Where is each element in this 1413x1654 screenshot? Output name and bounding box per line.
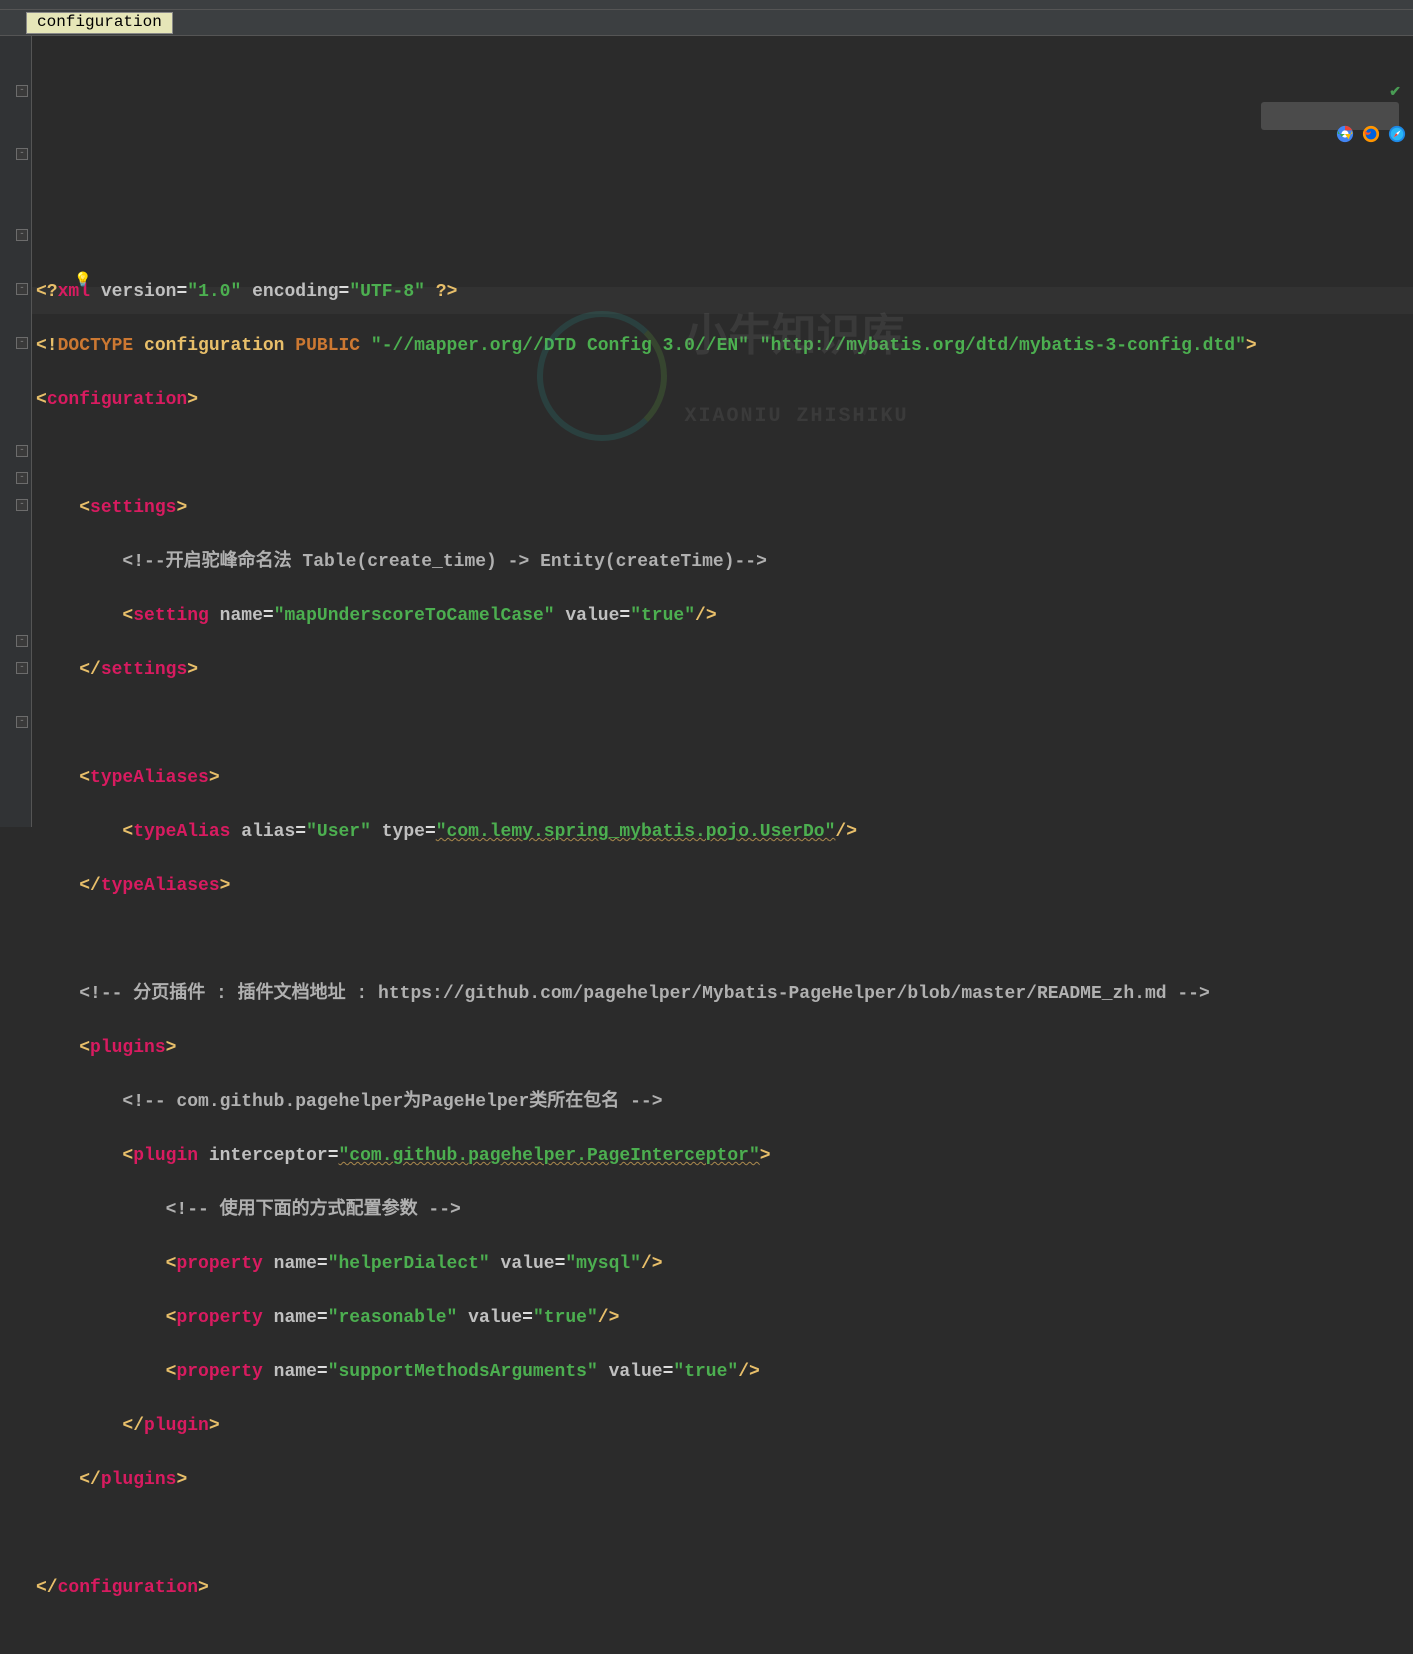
fold-marker[interactable] [16, 472, 28, 484]
code-line: <property name="helperDialect" value="my… [36, 1251, 1413, 1278]
safari-icon[interactable] [1321, 107, 1339, 125]
code-line: </typeAliases> [36, 873, 1413, 900]
code-line: <!-- 分页插件 : 插件文档地址 : https://github.com/… [36, 981, 1413, 1008]
title-bar [0, 0, 1413, 10]
lightbulb-icon[interactable]: 💡 [74, 268, 91, 295]
fold-marker[interactable] [16, 85, 28, 97]
fold-marker[interactable] [16, 499, 28, 511]
editor[interactable]: 💡 ✔ 小牛知识库 XIAONIU ZHISHIKU [0, 36, 1413, 827]
code-line: <!-- com.github.pagehelper为PageHelper类所在… [36, 1089, 1413, 1116]
fold-marker[interactable] [16, 283, 28, 295]
gutter [0, 36, 32, 827]
code-line: </plugin> [36, 1413, 1413, 1440]
code-line: <typeAliases> [36, 765, 1413, 792]
firefox-icon[interactable] [1295, 107, 1313, 125]
code-line: </configuration> [36, 1575, 1413, 1602]
code-line: <settings> [36, 495, 1413, 522]
code-line [36, 711, 1413, 738]
opera-icon[interactable] [1347, 107, 1365, 125]
breadcrumb-bar: configuration [0, 10, 1413, 36]
breadcrumb-item[interactable]: configuration [26, 12, 173, 34]
code-line: <plugin interceptor="com.github.pagehelp… [36, 1143, 1413, 1170]
code-line: </settings> [36, 657, 1413, 684]
code-line: <property name="supportMethodsArguments"… [36, 1359, 1413, 1386]
code-line [36, 441, 1413, 468]
code-line [36, 927, 1413, 954]
fold-marker[interactable] [16, 716, 28, 728]
code-line: <!-- 使用下面的方式配置参数 --> [36, 1197, 1413, 1224]
code-line: <!DOCTYPE configuration PUBLIC "-//mappe… [36, 333, 1413, 360]
code-line [36, 1521, 1413, 1548]
fold-marker[interactable] [16, 148, 28, 160]
fold-marker[interactable] [16, 445, 28, 457]
fold-marker[interactable] [16, 337, 28, 349]
code-line: <setting name="mapUnderscoreToCamelCase"… [36, 603, 1413, 630]
browser-preview-toolbar [1261, 102, 1399, 130]
code-line: <!--开启驼峰命名法 Table(create_time) -> Entity… [36, 549, 1413, 576]
code-line: <configuration> [36, 387, 1413, 414]
code-line: <plugins> [36, 1035, 1413, 1062]
ie-icon[interactable] [1373, 107, 1391, 125]
code-line: <property name="reasonable" value="true"… [36, 1305, 1413, 1332]
fold-marker[interactable] [16, 229, 28, 241]
code-line: </plugins> [36, 1467, 1413, 1494]
code-line: <?xml version="1.0" encoding="UTF-8" ?> [36, 279, 1413, 306]
code-line: <typeAlias alias="User" type="com.lemy.s… [36, 819, 1413, 846]
fold-marker[interactable] [16, 635, 28, 647]
fold-marker[interactable] [16, 662, 28, 674]
chrome-icon[interactable] [1269, 107, 1287, 125]
code-area[interactable]: 💡 ✔ 小牛知识库 XIAONIU ZHISHIKU [32, 36, 1413, 827]
